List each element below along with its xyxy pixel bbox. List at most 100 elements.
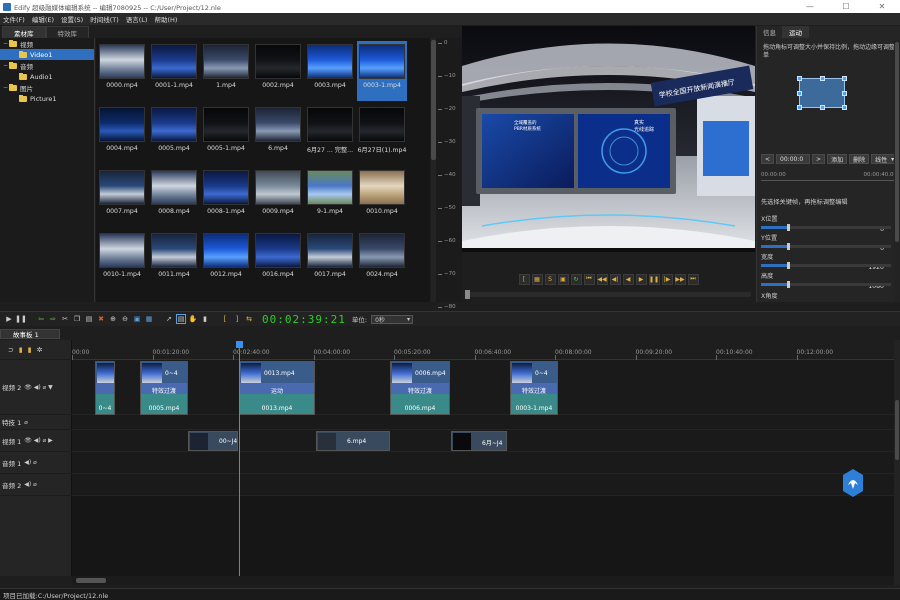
media-item[interactable]: 0007.mp4 xyxy=(97,167,147,227)
ypos-slider[interactable] xyxy=(761,243,891,250)
next-clip-icon[interactable]: ▶▶ xyxy=(674,273,686,285)
media-item[interactable]: 6月27 ... 完整... xyxy=(305,104,355,164)
timeline-h-scrollbar[interactable] xyxy=(72,576,894,585)
menu-language[interactable]: 语言(L) xyxy=(126,14,148,24)
copy-icon[interactable]: ❐ xyxy=(72,314,82,324)
sequence-tab[interactable]: 故事板 1 xyxy=(0,329,60,339)
properties-scroll-thumb[interactable] xyxy=(895,42,899,242)
zoom-out-icon[interactable]: ⊖ xyxy=(120,314,130,324)
width-slider[interactable] xyxy=(761,262,891,269)
video-clip[interactable]: 0~4 特效过渡 0003-1.mp4 xyxy=(510,361,558,415)
loop-icon[interactable]: ↻ xyxy=(570,273,582,285)
expand-toggle-icon[interactable]: − xyxy=(2,40,9,47)
media-item[interactable]: 0008-1.mp4 xyxy=(201,167,251,227)
media-item[interactable]: 0003-1.mp4 xyxy=(357,41,407,101)
fit-icon[interactable]: ▣ xyxy=(132,314,142,324)
media-item[interactable]: 1.mp4 xyxy=(201,41,251,101)
pointer-icon[interactable]: ➚ xyxy=(164,314,174,324)
xpos-slider[interactable] xyxy=(761,224,891,231)
next-keyframe-button[interactable]: > xyxy=(812,154,826,164)
keyframe-ruler[interactable]: 00:00:00 00:00:40.00 xyxy=(761,172,897,184)
media-item[interactable]: 0001-1.mp4 xyxy=(149,41,199,101)
track-lane[interactable] xyxy=(72,360,894,415)
track-header[interactable]: 视频 2 👁 ◀) ⌀ ▼ xyxy=(0,360,72,415)
keyframe-timecode[interactable]: 00:00:0 xyxy=(776,154,811,164)
media-item[interactable]: 0010.mp4 xyxy=(357,167,407,227)
hand-icon[interactable]: ✋ xyxy=(188,314,198,324)
mark-clear-icon[interactable]: ⇆ xyxy=(244,314,254,324)
track-controls-icon[interactable]: ◀) ⌀ xyxy=(24,481,36,488)
track-header[interactable]: 音频 2 ◀) ⌀ xyxy=(0,474,72,496)
media-item[interactable]: 0009.mp4 xyxy=(253,167,303,227)
media-item[interactable]: 0008.mp4 xyxy=(149,167,199,227)
transform-box[interactable] xyxy=(797,76,847,110)
split-icon[interactable]: S xyxy=(544,273,556,285)
settings-icon[interactable]: ✲ xyxy=(37,346,43,354)
mark-in-icon[interactable]: [ xyxy=(220,314,230,324)
prev-keyframe-button[interactable]: < xyxy=(761,154,775,164)
go-end-icon[interactable]: ⏭ xyxy=(687,273,699,285)
mark-out-icon[interactable]: ] xyxy=(232,314,242,324)
media-item[interactable]: 0000.mp4 xyxy=(97,41,147,101)
grid-icon[interactable]: ▦ xyxy=(144,314,154,324)
timeline-v-scroll-thumb[interactable] xyxy=(895,400,899,460)
resize-handle[interactable] xyxy=(797,91,802,96)
media-item[interactable]: 6月27日(1).mp4 xyxy=(357,104,407,164)
media-item[interactable]: 0011.mp4 xyxy=(149,230,199,290)
tree-item[interactable]: − 视频 xyxy=(0,38,94,49)
resize-handle[interactable] xyxy=(820,105,825,110)
arrow-right-icon[interactable]: ⇨ xyxy=(48,314,58,324)
media-item[interactable]: 0010-1.mp4 xyxy=(97,230,147,290)
menu-settings[interactable]: 设置(S) xyxy=(61,14,83,24)
tree-item[interactable]: Audio1 xyxy=(0,71,94,82)
timeline-h-scroll-thumb[interactable] xyxy=(76,578,106,583)
track-header[interactable]: 特技 1 ⌀ xyxy=(0,415,72,430)
media-item[interactable]: 9-1.mp4 xyxy=(305,167,355,227)
media-item[interactable]: 0005-1.mp4 xyxy=(201,104,251,164)
menu-file[interactable]: 文件(F) xyxy=(3,14,25,24)
pause-icon[interactable]: ❚❚ xyxy=(648,273,660,285)
media-item[interactable]: 0003.mp4 xyxy=(305,41,355,101)
media-item[interactable]: 0016.mp4 xyxy=(253,230,303,290)
media-item[interactable]: 0004.mp4 xyxy=(97,104,147,164)
preview-seek-bar[interactable] xyxy=(465,290,751,299)
tree-item[interactable]: Video1 xyxy=(0,49,94,60)
video-clip[interactable]: 0013.mp4 运动 0013.mp4 xyxy=(239,361,315,415)
paste-icon[interactable]: ▤ xyxy=(84,314,94,324)
tab-effects-library[interactable]: 特效库 xyxy=(45,26,89,38)
video-clip[interactable]: 00~J4 xyxy=(188,431,238,451)
go-start-icon[interactable]: ⏮ xyxy=(583,273,595,285)
video-clip[interactable]: 0006.mp4 特效过渡 0006.mp4 xyxy=(390,361,450,415)
cut-icon[interactable]: ✂ xyxy=(60,314,70,324)
media-item[interactable]: 0012.mp4 xyxy=(201,230,251,290)
delete-keyframe-button[interactable]: 删除 xyxy=(849,154,870,164)
step-forward-icon[interactable]: |▶ xyxy=(661,273,673,285)
pause-icon[interactable]: ❚❚ xyxy=(15,314,27,324)
timeline-ruler[interactable]: 00:00 00:01:20:00 00:02:40:00 00:04:00:00 00… xyxy=(72,340,894,360)
tree-item[interactable]: − 图片 xyxy=(0,82,94,93)
razor-icon[interactable]: ▮ xyxy=(200,314,210,324)
seek-knob[interactable] xyxy=(465,290,470,299)
resize-handle[interactable] xyxy=(842,105,847,110)
expand-toggle-icon[interactable]: − xyxy=(2,84,9,91)
delete-icon[interactable]: ✖ xyxy=(96,314,106,324)
play-back-icon[interactable]: ◀ xyxy=(622,273,634,285)
link-icon[interactable]: ▮ xyxy=(28,346,32,354)
track-controls-icon[interactable]: ◀) ⌀ xyxy=(24,459,36,466)
playhead[interactable] xyxy=(236,341,243,579)
video-clip[interactable]: 6月~J4 xyxy=(451,431,507,451)
expand-toggle-icon[interactable]: − xyxy=(2,62,9,69)
menu-edit[interactable]: 编辑(E) xyxy=(32,14,54,24)
media-item[interactable]: 6.mp4 xyxy=(253,104,303,164)
track-header[interactable]: 视频 1 👁 ◀) ⌀ ▶ xyxy=(0,430,72,452)
add-keyframe-button[interactable]: 添加 xyxy=(827,154,848,164)
resize-handle[interactable] xyxy=(842,91,847,96)
unit-select[interactable]: 0秒 ▾ xyxy=(371,314,414,324)
track-controls-icon[interactable]: 👁 ◀) ⌀ ▶ xyxy=(24,437,53,444)
media-item[interactable]: 0017.mp4 xyxy=(305,230,355,290)
height-slider[interactable] xyxy=(761,281,891,288)
media-item[interactable]: 0024.mp4 xyxy=(357,230,407,290)
close-button[interactable]: ✕ xyxy=(864,0,900,13)
arrow-left-icon[interactable]: ⇦ xyxy=(36,314,46,324)
play-icon[interactable]: ▶ xyxy=(4,314,14,324)
